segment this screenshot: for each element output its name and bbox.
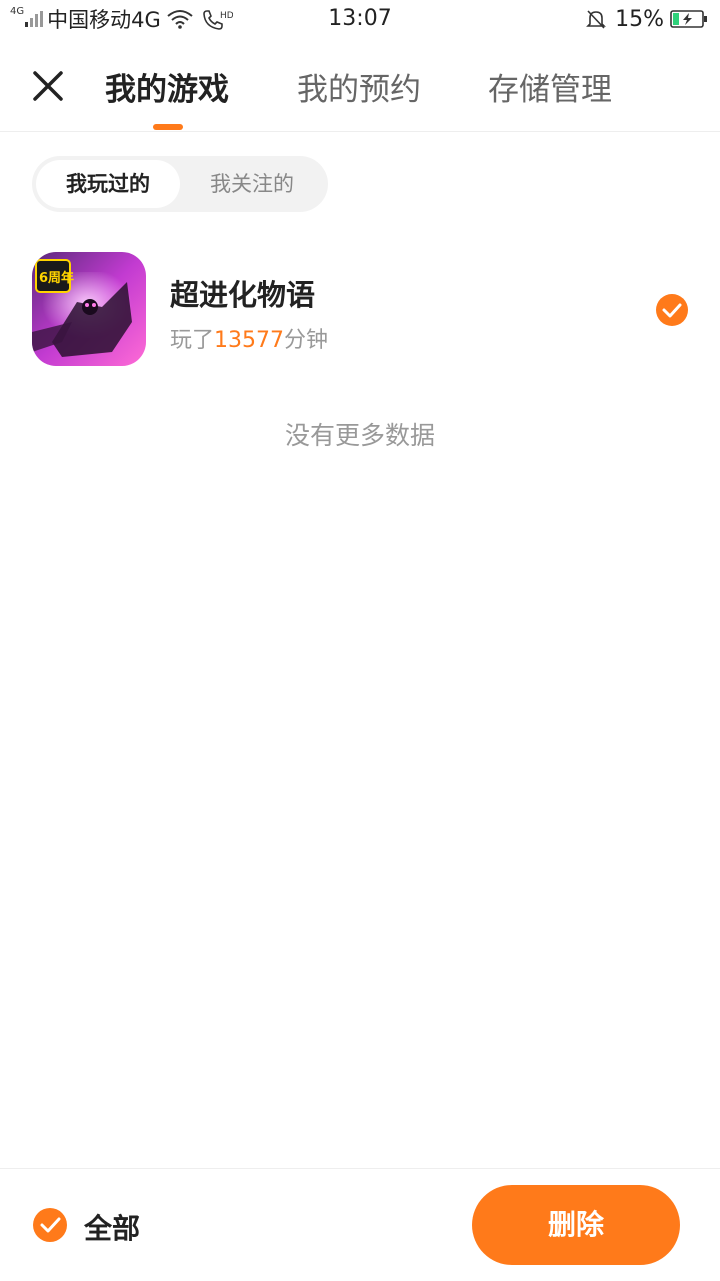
game-icon-badge: 6周年 <box>39 270 74 286</box>
list-end-message: 没有更多数据 <box>284 421 435 450</box>
tab-my-games[interactable]: 我的游戏 <box>105 64 229 109</box>
status-bar: 4G 中国移动4G HD 13:07 15% <box>0 0 720 38</box>
game-icon: 6周年 <box>32 252 146 366</box>
segment-followed[interactable]: 我关注的 <box>180 160 324 208</box>
select-all-checkbox-icon[interactable] <box>32 1207 68 1243</box>
row-checkbox-checked-icon[interactable] <box>655 293 689 327</box>
status-right: 15% <box>585 5 708 33</box>
game-title: 超进化物语 <box>170 278 316 312</box>
battery-percentage: 15% <box>615 6 664 32</box>
tab-my-reservations[interactable]: 我的预约 <box>297 64 421 109</box>
play-time: 玩了13577分钟 <box>170 322 328 354</box>
active-tab-indicator <box>153 124 183 130</box>
played-followed-toggle: 我玩过的 我关注的 <box>32 156 328 212</box>
top-tab-bar: 我的游戏 我的预约 存储管理 <box>0 38 720 132</box>
play-time-prefix: 玩了 <box>170 328 215 353</box>
battery-charging-icon <box>670 10 707 28</box>
bottom-action-bar: 全部 删除 <box>0 1168 720 1281</box>
silent-bell-icon <box>586 10 607 29</box>
play-time-minutes: 13577 <box>214 328 285 353</box>
delete-button[interactable]: 删除 <box>472 1185 680 1265</box>
select-all-label[interactable]: 全部 <box>84 1207 140 1247</box>
segment-played[interactable]: 我玩过的 <box>36 160 180 208</box>
play-time-suffix: 分钟 <box>284 328 329 353</box>
close-icon[interactable] <box>30 68 66 104</box>
list-item[interactable]: 6周年 超进化物语 玩了13577分钟 <box>0 238 720 378</box>
tab-storage-management[interactable]: 存储管理 <box>488 64 612 109</box>
